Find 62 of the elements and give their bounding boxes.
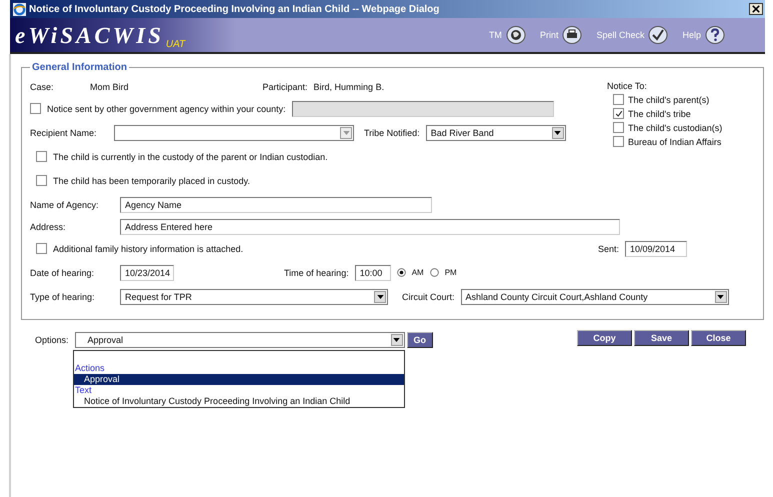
window-title: Notice of Involuntary Custody Proceeding Involving an Indian Child -- Webpage Dialog: [29, 4, 440, 14]
field-label: Participant:: [262, 82, 308, 92]
environment-label: UAT: [166, 39, 186, 52]
section-title: General Information: [31, 62, 128, 73]
checkbox-label: The child's parent(s): [628, 94, 710, 104]
logo: eWiSACWIS: [14, 23, 164, 50]
action-button[interactable]: Close: [691, 330, 746, 346]
go-button[interactable]: Go: [406, 332, 434, 348]
option-item[interactable]: Approval: [74, 374, 404, 385]
globe-icon: [506, 25, 526, 45]
help-icon: [705, 25, 725, 45]
date-field[interactable]: 10/23/2014: [120, 264, 174, 280]
participant-value: Bird, Humming B.: [314, 82, 384, 92]
radio-label: PM: [444, 268, 457, 277]
checkbox[interactable]: [36, 151, 47, 162]
options-dropdown[interactable]: Approval: [74, 332, 405, 348]
action-button[interactable]: Save: [634, 330, 690, 346]
field-label: Type of hearing:: [30, 292, 96, 302]
radio-button[interactable]: [430, 268, 439, 277]
option-item[interactable]: Notice of Involuntary Custody Proceeding Involving an Indian Child: [74, 396, 404, 407]
field-label: Date of hearing:: [30, 268, 96, 278]
field-label: Time of hearing:: [284, 268, 349, 278]
spell-check-icon: [648, 25, 668, 45]
checkbox[interactable]: [613, 108, 624, 119]
checkbox-label: Bureau of Indian Affairs: [628, 136, 722, 146]
field-label: Address:: [30, 222, 67, 232]
checkbox-label: Additional family history information is attached.: [53, 244, 244, 254]
date-field[interactable]: 10/09/2014: [625, 240, 687, 256]
close-button[interactable]: [749, 3, 763, 15]
field-label: Options:: [35, 334, 69, 344]
checkbox-label: The child has been temporarily placed in custody.: [53, 176, 250, 186]
input-field[interactable]: Address Entered here: [120, 218, 620, 234]
time-field[interactable]: 10:00: [354, 264, 391, 280]
field-label: Sent:: [598, 244, 619, 254]
checkbox[interactable]: [30, 103, 41, 114]
action-button[interactable]: Copy: [577, 330, 632, 346]
printer-icon: [562, 25, 582, 45]
checkbox[interactable]: [36, 243, 47, 254]
circuit-court-dropdown[interactable]: Ashland County Circuit Court,Ashland County: [460, 288, 729, 304]
field-label: Recipient Name:: [30, 128, 98, 138]
option-group-label: Text: [74, 385, 93, 396]
field-label: Name of Agency:: [30, 200, 100, 210]
radio-button[interactable]: [396, 268, 406, 277]
hearing-type-dropdown[interactable]: Request for TPR: [120, 288, 388, 304]
radio-label: AM: [412, 268, 424, 277]
checkbox[interactable]: [613, 94, 624, 105]
browser-icon: [13, 2, 26, 16]
checkbox[interactable]: [613, 122, 624, 133]
checkbox-label: The child's tribe: [628, 108, 691, 118]
tribe-dropdown[interactable]: Bad River Band: [426, 124, 566, 140]
checkbox-label: Notice sent by other government agency within your county:: [47, 104, 286, 114]
checkbox-label: The child's custodian(s): [628, 122, 722, 132]
checkbox[interactable]: [36, 175, 47, 186]
field-label: Tribe Notified:: [364, 128, 420, 138]
option-group-label: Actions: [74, 363, 106, 374]
input-field[interactable]: Agency Name: [120, 196, 432, 212]
case-value: Mom Bird: [90, 82, 129, 92]
field-label: Case:: [30, 82, 55, 92]
field-label: Circuit Court:: [402, 292, 455, 302]
notice-to-label: Notice To:: [607, 81, 648, 91]
checkbox[interactable]: [613, 136, 624, 147]
checkbox-label: The child is currently in the custody of the parent or Indian custodian.: [53, 152, 328, 162]
